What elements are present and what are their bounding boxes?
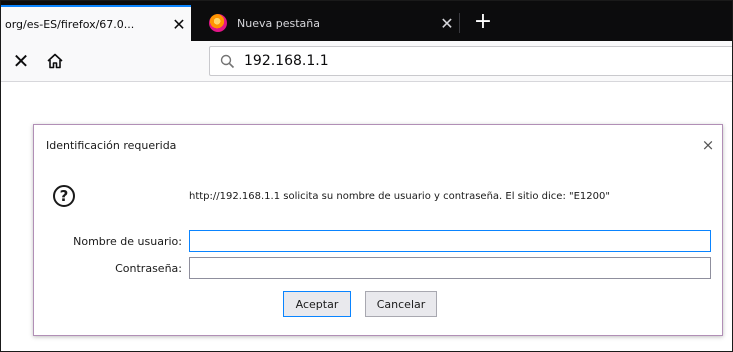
dialog-title: Identificación requerida <box>46 139 177 152</box>
close-icon[interactable]: ✕ <box>435 14 459 33</box>
close-icon[interactable]: × <box>698 135 718 155</box>
password-field[interactable] <box>189 257 711 279</box>
firefox-icon <box>209 14 227 32</box>
tab-separator <box>459 13 460 33</box>
search-icon <box>210 54 244 69</box>
home-icon[interactable] <box>41 47 69 75</box>
password-label: Contraseña: <box>115 262 182 275</box>
close-icon[interactable]: ✕ <box>167 15 191 34</box>
tab-title: Nueva pestaña <box>237 16 320 30</box>
navigation-bar: ✕ 192.168.1.1 <box>1 41 732 82</box>
tab-new-tab[interactable]: Nueva pestaña ✕ <box>199 5 459 41</box>
accept-button[interactable]: Aceptar <box>283 291 351 317</box>
stop-icon[interactable]: ✕ <box>7 47 35 75</box>
new-tab-button[interactable]: + <box>465 5 501 41</box>
cancel-button[interactable]: Cancelar <box>365 291 437 317</box>
dialog-message: http://192.168.1.1 solicita su nombre de… <box>189 191 610 202</box>
help-question-icon: ? <box>53 185 75 207</box>
tab-current[interactable]: org/es-ES/firefox/67.0... ✕ <box>1 5 191 41</box>
url-text[interactable]: 192.168.1.1 <box>244 53 329 69</box>
username-label: Nombre de usuario: <box>73 235 182 248</box>
page-content: Identificación requerida × ? http://192.… <box>1 82 732 351</box>
tab-strip: org/es-ES/firefox/67.0... ✕ Nueva pestañ… <box>1 1 732 41</box>
browser-window: org/es-ES/firefox/67.0... ✕ Nueva pestañ… <box>0 0 733 352</box>
url-bar[interactable]: 192.168.1.1 <box>209 46 732 76</box>
username-field[interactable] <box>189 230 711 252</box>
auth-dialog: Identificación requerida × ? http://192.… <box>33 124 723 336</box>
tab-title: org/es-ES/firefox/67.0... <box>5 17 135 31</box>
